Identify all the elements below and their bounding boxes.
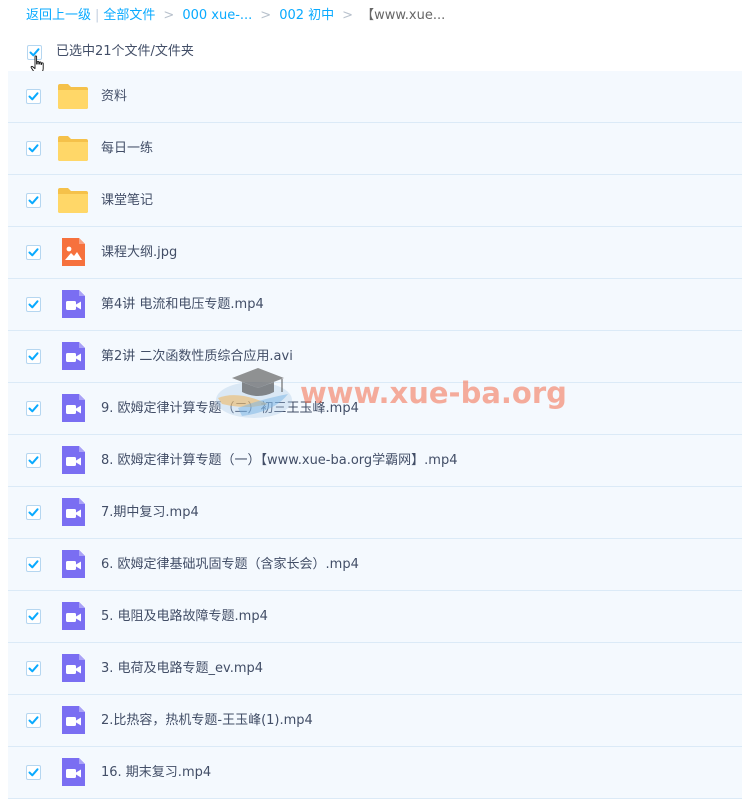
file-name[interactable]: 7.期中复习.mp4	[101, 503, 199, 523]
file-row[interactable]: 7.期中复习.mp4	[8, 487, 742, 539]
checkmark-icon	[28, 612, 39, 621]
file-checkbox[interactable]	[26, 297, 41, 312]
file-checkbox[interactable]	[26, 349, 41, 364]
breadcrumb-item-002[interactable]: 002 初中	[279, 8, 334, 23]
breadcrumb-current: 【www.xue...	[361, 8, 446, 23]
video-file-icon	[62, 446, 85, 474]
file-checkbox[interactable]	[26, 193, 41, 208]
video-file-icon	[62, 342, 85, 370]
file-checkbox[interactable]	[26, 141, 41, 156]
folder-icon	[58, 188, 88, 213]
file-row[interactable]: 2.比热容，热机专题-王玉峰(1).mp4	[8, 695, 742, 747]
file-name[interactable]: 8. 欧姆定律计算专题（一）【www.xue-ba.org学霸网】.mp4	[101, 451, 458, 471]
video-file-icon	[62, 290, 85, 318]
checkmark-icon	[28, 352, 39, 361]
checkmark-icon	[28, 768, 39, 777]
file-row[interactable]: 第2讲 二次函数性质综合应用.avi	[8, 331, 742, 383]
file-name[interactable]: 3. 电荷及电路专题_ev.mp4	[101, 659, 263, 679]
video-file-icon	[62, 498, 85, 526]
file-checkbox[interactable]	[26, 401, 41, 416]
breadcrumb-divider: |	[95, 8, 100, 23]
breadcrumb-separator: >	[260, 8, 272, 23]
image-file-icon	[62, 238, 85, 266]
checkmark-icon	[28, 456, 39, 465]
file-row[interactable]: 9. 欧姆定律计算专题（二）初三王玉峰.mp4	[8, 383, 742, 435]
file-row[interactable]: 课程大纲.jpg	[8, 227, 742, 279]
file-name[interactable]: 9. 欧姆定律计算专题（二）初三王玉峰.mp4	[101, 399, 359, 419]
file-checkbox[interactable]	[26, 89, 41, 104]
video-file-icon	[62, 706, 85, 734]
file-row[interactable]: 第4讲 电流和电压专题.mp4	[8, 279, 742, 331]
checkmark-icon	[28, 560, 39, 569]
folder-icon	[58, 84, 88, 109]
file-checkbox[interactable]	[26, 609, 41, 624]
file-name[interactable]: 5. 电阻及电路故障专题.mp4	[101, 607, 268, 627]
breadcrumb: 返回上一级 | 全部文件 >000 xue-... >002 初中 > 【www.xue..…	[26, 6, 445, 26]
file-name[interactable]: 资料	[101, 87, 127, 107]
checkmark-icon	[28, 300, 39, 309]
breadcrumb-separator: >	[342, 8, 354, 23]
checkmark-icon	[28, 404, 39, 413]
file-row[interactable]: 6. 欧姆定律基础巩固专题（含家长会）.mp4	[8, 539, 742, 591]
breadcrumb-item-000[interactable]: 000 xue-...	[182, 8, 252, 23]
checkmark-icon	[28, 664, 39, 673]
file-checkbox[interactable]	[26, 557, 41, 572]
file-checkbox[interactable]	[26, 713, 41, 728]
file-name[interactable]: 6. 欧姆定律基础巩固专题（含家长会）.mp4	[101, 555, 359, 575]
file-name[interactable]: 第4讲 电流和电压专题.mp4	[101, 295, 264, 315]
file-row[interactable]: 16. 期末复习.mp4	[8, 747, 742, 799]
file-checkbox[interactable]	[26, 765, 41, 780]
checkmark-icon	[28, 144, 39, 153]
checkmark-icon	[28, 196, 39, 205]
file-checkbox[interactable]	[26, 453, 41, 468]
video-file-icon	[62, 602, 85, 630]
breadcrumb-separator: >	[163, 8, 175, 23]
file-name[interactable]: 16. 期末复习.mp4	[101, 763, 211, 783]
file-row[interactable]: 8. 欧姆定律计算专题（一）【www.xue-ba.org学霸网】.mp4	[8, 435, 742, 487]
file-row[interactable]: 每日一练	[8, 123, 742, 175]
file-checkbox[interactable]	[26, 245, 41, 260]
checkmark-icon	[28, 248, 39, 257]
checkmark-icon	[28, 716, 39, 725]
folder-icon	[58, 136, 88, 161]
file-name[interactable]: 课程大纲.jpg	[101, 243, 177, 263]
file-checkbox[interactable]	[26, 661, 41, 676]
file-name[interactable]: 2.比热容，热机专题-王玉峰(1).mp4	[101, 711, 313, 731]
file-name[interactable]: 第2讲 二次函数性质综合应用.avi	[101, 347, 293, 367]
checkmark-icon	[28, 508, 39, 517]
file-row[interactable]: 3. 电荷及电路专题_ev.mp4	[8, 643, 742, 695]
all-files-link[interactable]: 全部文件	[103, 8, 155, 23]
file-list: 资料每日一练课堂笔记课程大纲.jpg 第4讲 电流和电压专题.mp4 第2讲 二次函…	[8, 71, 742, 799]
file-name[interactable]: 课堂笔记	[101, 191, 153, 211]
checkmark-icon	[28, 92, 39, 101]
video-file-icon	[62, 758, 85, 786]
video-file-icon	[62, 550, 85, 578]
video-file-icon	[62, 654, 85, 682]
video-file-icon	[62, 394, 85, 422]
file-checkbox[interactable]	[26, 505, 41, 520]
file-name[interactable]: 每日一练	[101, 139, 153, 159]
file-row[interactable]: 5. 电阻及电路故障专题.mp4	[8, 591, 742, 643]
selection-count-text: 已选中21个文件/文件夹	[56, 44, 194, 59]
back-link[interactable]: 返回上一级	[26, 8, 91, 23]
selection-bar: 已选中21个文件/文件夹	[27, 44, 194, 60]
file-row[interactable]: 资料	[8, 71, 742, 123]
file-row[interactable]: 课堂笔记	[8, 175, 742, 227]
